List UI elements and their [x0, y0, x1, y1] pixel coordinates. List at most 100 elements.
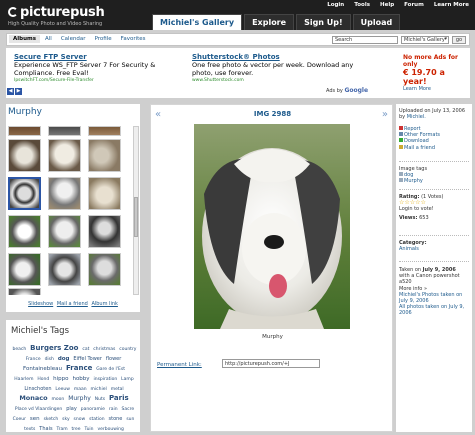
tag-link[interactable]: Thais — [39, 426, 52, 432]
tag-link[interactable]: hobby — [72, 376, 89, 382]
next-arrow-icon[interactable]: » — [382, 109, 388, 120]
thumbnail[interactable] — [88, 253, 121, 286]
thumbnail[interactable] — [8, 253, 41, 286]
tag-link[interactable]: Tuin — [85, 427, 94, 432]
tag-link[interactable]: hippo — [53, 376, 68, 382]
tag-link[interactable]: station — [89, 417, 105, 422]
thumbnail[interactable] — [8, 215, 41, 248]
slideshow-link[interactable]: Slideshow — [28, 301, 53, 307]
tag-link[interactable]: cat — [82, 347, 89, 352]
main-photo[interactable] — [194, 124, 350, 329]
ad-right-url[interactable]: www.Shutterstock.com — [192, 78, 362, 83]
thumbnail[interactable] — [88, 215, 121, 248]
thumbnail[interactable] — [48, 126, 81, 136]
thumbnail-scrollbar[interactable] — [133, 126, 139, 295]
tab-explore[interactable]: Explore — [244, 14, 295, 30]
subtab-albums[interactable]: Albums — [9, 35, 40, 43]
ad-right-title[interactable]: Shutterstock® Photos — [192, 53, 362, 61]
permalink-field[interactable]: http://picturepush.com/+J — [222, 359, 320, 368]
tag-link[interactable]: rain — [109, 407, 118, 412]
login-to-vote[interactable]: Login to vote! — [399, 206, 471, 212]
search-scope-select[interactable]: Michiel's Gallery — [401, 36, 449, 44]
thumbnail[interactable] — [48, 177, 81, 210]
album-link[interactable]: Album link — [91, 301, 117, 307]
permalink-label[interactable]: Permanent Link: — [157, 362, 202, 368]
tag-link[interactable]: Nuts — [95, 397, 105, 402]
tag-link[interactable]: maan — [74, 387, 87, 392]
other-formats-link[interactable]: Other Formats — [404, 132, 440, 138]
ad-next-icon[interactable]: ▶ — [15, 88, 22, 95]
thumbnail[interactable] — [88, 139, 121, 172]
topnav-help[interactable]: Help — [380, 2, 394, 8]
thumbnail[interactable] — [8, 139, 41, 172]
search-go-button[interactable]: go — [452, 36, 466, 44]
search-input[interactable]: Search — [332, 36, 398, 44]
ads-by-google[interactable]: Ads by Google — [326, 87, 368, 94]
tag-link[interactable]: Monaco — [19, 394, 47, 402]
tag-link[interactable]: Linschoten — [24, 386, 51, 392]
thumbnail[interactable] — [48, 253, 81, 286]
image-tag-dog[interactable]: dog — [404, 172, 413, 178]
tag-link[interactable]: sun — [126, 417, 134, 422]
tag-link[interactable]: Burgers Zoo — [30, 344, 78, 352]
tag-link[interactable]: michiel — [91, 387, 107, 392]
thumbnail[interactable] — [88, 177, 121, 210]
category-link[interactable]: Animals — [399, 246, 471, 252]
topnav-forum[interactable]: Forum — [404, 2, 424, 8]
image-tag-murphy[interactable]: Murphy — [404, 178, 423, 184]
ad-right[interactable]: Shutterstock® Photos One free photo & ve… — [192, 53, 362, 83]
tag-link[interactable]: christmas — [93, 347, 115, 352]
tab-upload[interactable]: Upload — [352, 14, 401, 30]
tag-link[interactable]: Lamp — [121, 377, 134, 382]
tag-link[interactable]: beach — [13, 347, 27, 352]
tag-link[interactable]: Murphy — [68, 395, 91, 402]
tag-link[interactable]: panoramie — [81, 407, 105, 412]
tag-link[interactable]: dog — [58, 356, 70, 362]
mail-friend-link[interactable]: Mail a friend — [404, 145, 435, 151]
ad-left-url[interactable]: IpswitchFT.com/Secure-File-Transfer — [14, 78, 184, 83]
topnav-tools[interactable]: Tools — [354, 2, 370, 8]
thumbnail[interactable] — [48, 139, 81, 172]
album-title[interactable]: Murphy — [8, 107, 42, 117]
tag-link[interactable]: Place vd Vlaardingen — [15, 407, 62, 412]
thumbnail[interactable] — [88, 126, 121, 136]
thumbnail-selected[interactable] — [8, 177, 41, 210]
tag-link[interactable]: sketch — [44, 417, 59, 422]
thumbnail[interactable] — [8, 126, 41, 136]
tag-link[interactable]: Eiffel Tower — [73, 356, 102, 362]
tag-link[interactable]: texts — [24, 427, 35, 432]
subtab-calendar[interactable]: Calendar — [57, 35, 90, 43]
tag-link[interactable]: snow — [74, 417, 86, 422]
tag-link[interactable]: tree — [72, 427, 81, 432]
ad-left[interactable]: Secure FTP Server Experience WS_FTP Serv… — [14, 53, 184, 83]
subtab-profile[interactable]: Profile — [91, 35, 116, 43]
tag-link[interactable]: Paris — [109, 394, 129, 402]
tag-link[interactable]: Gare de l'Est — [96, 367, 125, 372]
tag-link[interactable]: Haarlem — [14, 377, 33, 382]
tag-link[interactable]: France — [66, 364, 92, 372]
download-link[interactable]: Download — [404, 138, 429, 144]
ad-prev-icon[interactable]: ◀ — [7, 88, 14, 95]
report-link[interactable]: Report — [404, 126, 421, 132]
no-ads-learn-more[interactable]: Learn More — [403, 86, 469, 92]
tag-link[interactable]: verbouwing — [97, 427, 123, 432]
scrollbar-thumb[interactable] — [134, 197, 138, 237]
thumbnail[interactable] — [48, 215, 81, 248]
tag-link[interactable]: stone — [109, 416, 123, 422]
tag-link[interactable]: flower — [106, 356, 121, 362]
topnav-login[interactable]: Login — [327, 2, 344, 8]
subtab-favorites[interactable]: Favorites — [117, 35, 150, 43]
ad-left-title[interactable]: Secure FTP Server — [14, 53, 184, 61]
tag-link[interactable]: inspiration — [93, 377, 117, 382]
tag-link[interactable]: sen — [30, 416, 40, 422]
tag-link[interactable]: dish — [45, 357, 54, 362]
tag-link[interactable]: metal — [111, 387, 124, 392]
site-logo[interactable]: picturepush — [8, 5, 105, 20]
michiels-taken-link[interactable]: Michiel's Photos taken on July 9, 2006 — [399, 292, 471, 304]
tag-link[interactable]: Fontainebleau — [23, 366, 62, 372]
tag-link[interactable]: play — [66, 406, 77, 412]
all-taken-link[interactable]: All photos taken on July 9, 2006 — [399, 304, 471, 316]
tag-link[interactable]: sky — [62, 417, 69, 422]
tag-link[interactable]: Tram — [57, 427, 68, 432]
tag-link[interactable]: moon — [52, 397, 65, 402]
